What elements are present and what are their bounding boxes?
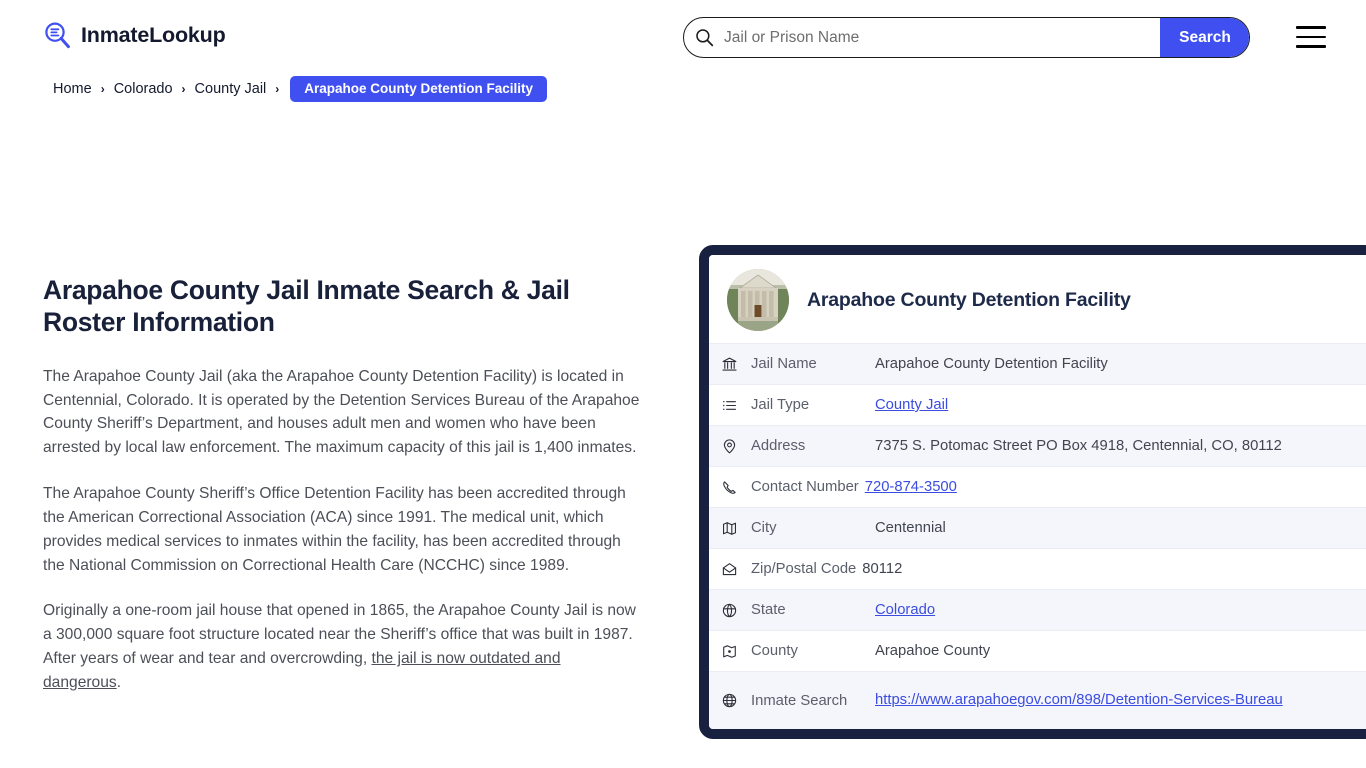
logo-text: InmateLookup xyxy=(81,22,226,47)
row-label-address: Address xyxy=(751,438,806,454)
chevron-right-icon: › xyxy=(181,82,186,96)
row-label-inmate-search: Inmate Search xyxy=(751,692,848,709)
envelope-icon xyxy=(721,561,751,578)
location-pin-icon xyxy=(721,438,751,455)
breadcrumb-item-county-jail[interactable]: County Jail xyxy=(195,81,267,97)
row-value-contact-number: 720-874-3500 xyxy=(865,479,957,495)
state-link[interactable]: Colorado xyxy=(875,602,935,618)
site-header: InmateLookup Search xyxy=(0,0,1366,74)
site-logo[interactable]: InmateLookup xyxy=(42,20,226,50)
paragraph3-text-after: . xyxy=(116,673,122,691)
facility-card-title: Arapahoe County Detention Facility xyxy=(807,288,1131,311)
row-value-zip-code: 80112 xyxy=(862,561,903,577)
table-row: Jail Type County Jail xyxy=(709,384,1366,425)
table-row: State Colorado xyxy=(709,589,1366,630)
article-paragraph-2: The Arapahoe County Sheriff’s Office Det… xyxy=(43,485,626,574)
facility-info-table: Jail Name Arapahoe County Detention Faci… xyxy=(709,343,1366,729)
contact-number-link[interactable]: 720-874-3500 xyxy=(865,479,957,495)
breadcrumb-item-colorado[interactable]: Colorado xyxy=(114,81,173,97)
row-label-contact-number: Contact Number xyxy=(751,479,859,495)
map-icon xyxy=(721,520,751,537)
globe-icon xyxy=(721,692,751,709)
article-content: Arapahoe County Jail Inmate Search & Jai… xyxy=(43,274,640,695)
search-input[interactable] xyxy=(718,18,1160,57)
search-button[interactable]: Search xyxy=(1160,18,1249,57)
facility-card-header: Arapahoe County Detention Facility xyxy=(709,255,1366,343)
article-paragraph-3: Originally a one-room jail house that op… xyxy=(43,599,640,694)
magnifier-list-icon xyxy=(42,20,72,50)
phone-icon xyxy=(721,479,751,496)
row-label-zip-code: Zip/Postal Code xyxy=(751,561,857,577)
row-label-county: County xyxy=(751,643,798,659)
map-pin-area-icon xyxy=(721,643,751,660)
article-paragraph-1: The Arapahoe County Jail (aka the Arapah… xyxy=(43,367,640,457)
breadcrumb-item-home[interactable]: Home xyxy=(53,81,92,97)
table-row: Address 7375 S. Potomac Street PO Box 49… xyxy=(709,425,1366,466)
row-value-jail-name: Arapahoe County Detention Facility xyxy=(875,356,1108,372)
table-row: County Arapahoe County xyxy=(709,630,1366,671)
row-value-address: 7375 S. Potomac Street PO Box 4918, Cent… xyxy=(875,438,1282,454)
hamburger-bar xyxy=(1296,35,1326,39)
chevron-right-icon: › xyxy=(100,82,105,96)
courthouse-building-photo xyxy=(727,269,789,331)
table-row: Jail Name Arapahoe County Detention Faci… xyxy=(709,343,1366,384)
search-bar[interactable]: Search xyxy=(683,17,1250,58)
table-row: Contact Number 720-874-3500 xyxy=(709,466,1366,507)
hamburger-bar xyxy=(1296,26,1326,29)
breadcrumb-current-page: Arapahoe County Detention Facility xyxy=(290,76,548,102)
jail-type-link[interactable]: County Jail xyxy=(875,397,948,413)
row-value-county: Arapahoe County xyxy=(875,643,991,659)
table-row: Zip/Postal Code 80112 xyxy=(709,548,1366,589)
row-value-state: Colorado xyxy=(875,602,935,618)
row-value-jail-type: County Jail xyxy=(875,397,948,413)
row-label-jail-name: Jail Name xyxy=(751,356,817,372)
hamburger-menu-icon[interactable] xyxy=(1296,26,1326,48)
table-row: Inmate Search https://www.arapahoegov.co… xyxy=(709,671,1366,729)
inmate-search-link[interactable]: https://www.arapahoegov.com/898/Detentio… xyxy=(875,692,1283,708)
search-icon xyxy=(684,28,718,47)
breadcrumb: Home › Colorado › County Jail › Arapahoe… xyxy=(53,76,548,102)
facility-info-card: Arapahoe County Detention Facility Jail … xyxy=(699,245,1366,739)
table-row: City Centennial xyxy=(709,507,1366,548)
row-value-inmate-search: https://www.arapahoegov.com/898/Detentio… xyxy=(875,689,1299,712)
chevron-right-icon: › xyxy=(275,82,280,96)
hamburger-bar xyxy=(1296,45,1326,48)
row-label-city: City xyxy=(751,520,777,536)
row-value-city: Centennial xyxy=(875,520,946,536)
bank-building-icon xyxy=(721,356,751,373)
row-label-state: State xyxy=(751,602,786,618)
compass-globe-icon xyxy=(721,602,751,619)
list-icon xyxy=(721,397,751,414)
page-title: Arapahoe County Jail Inmate Search & Jai… xyxy=(43,275,570,338)
row-label-jail-type: Jail Type xyxy=(751,397,810,413)
